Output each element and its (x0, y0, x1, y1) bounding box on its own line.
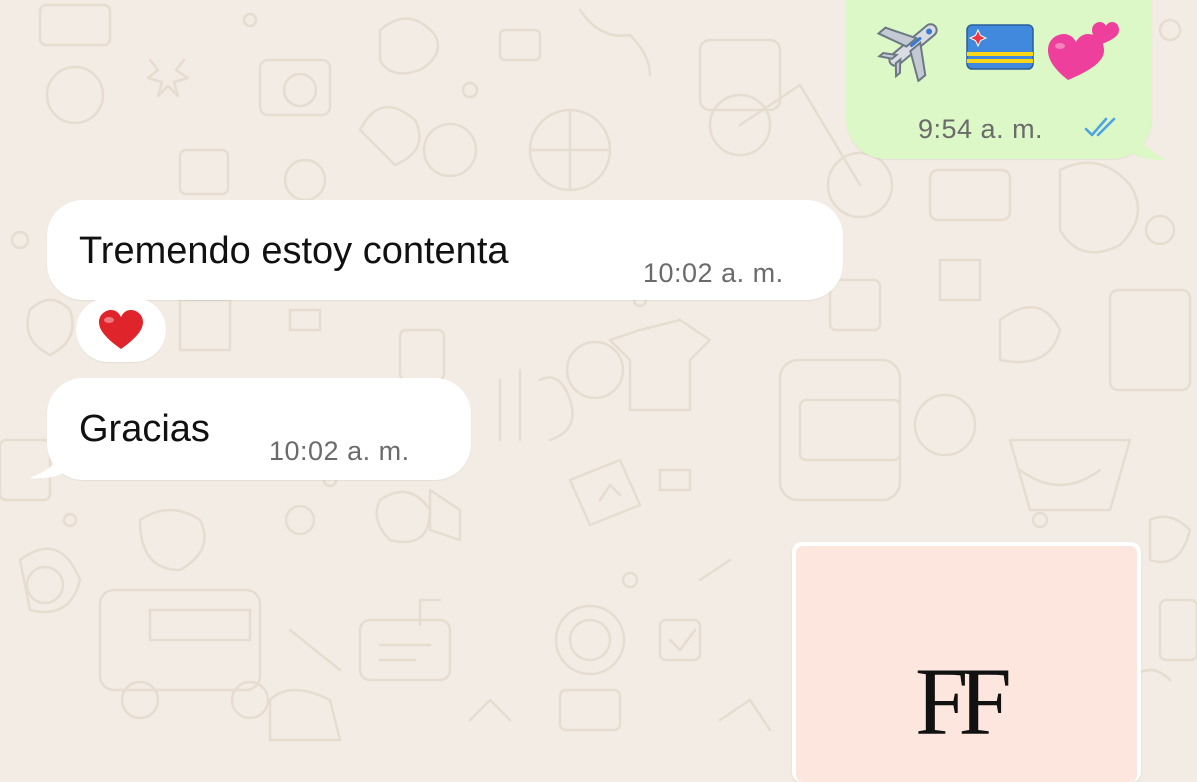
image-preview[interactable]: FF (796, 546, 1137, 782)
outgoing-message-bubble[interactable]: 9:54 a. m. (846, 0, 1166, 160)
incoming-message-bubble[interactable]: Gracias 10:02 a. m. (29, 378, 471, 480)
two-hearts-icon (1046, 10, 1120, 89)
bubble-tail (1126, 120, 1166, 160)
message-timestamp: 10:02 a. m. (643, 258, 784, 288)
bubble-tail (29, 444, 69, 479)
brand-logo: FF (915, 648, 1012, 755)
read-double-check-icon (1084, 116, 1120, 145)
airplane-icon (876, 8, 950, 87)
message-text: Tremendo estoy contenta (79, 230, 509, 272)
incoming-message-bubble[interactable]: Tremendo estoy contenta 10:02 a. m. (47, 200, 843, 300)
aruba-flag-icon (966, 24, 1034, 75)
red-heart-icon (98, 309, 144, 356)
message-timestamp: 9:54 a. m. (918, 114, 1044, 144)
message-text: Gracias (79, 408, 210, 450)
message-timestamp: 10:02 a. m. (269, 436, 410, 466)
message-reaction[interactable] (76, 298, 166, 362)
image-message[interactable]: FF (792, 542, 1141, 782)
